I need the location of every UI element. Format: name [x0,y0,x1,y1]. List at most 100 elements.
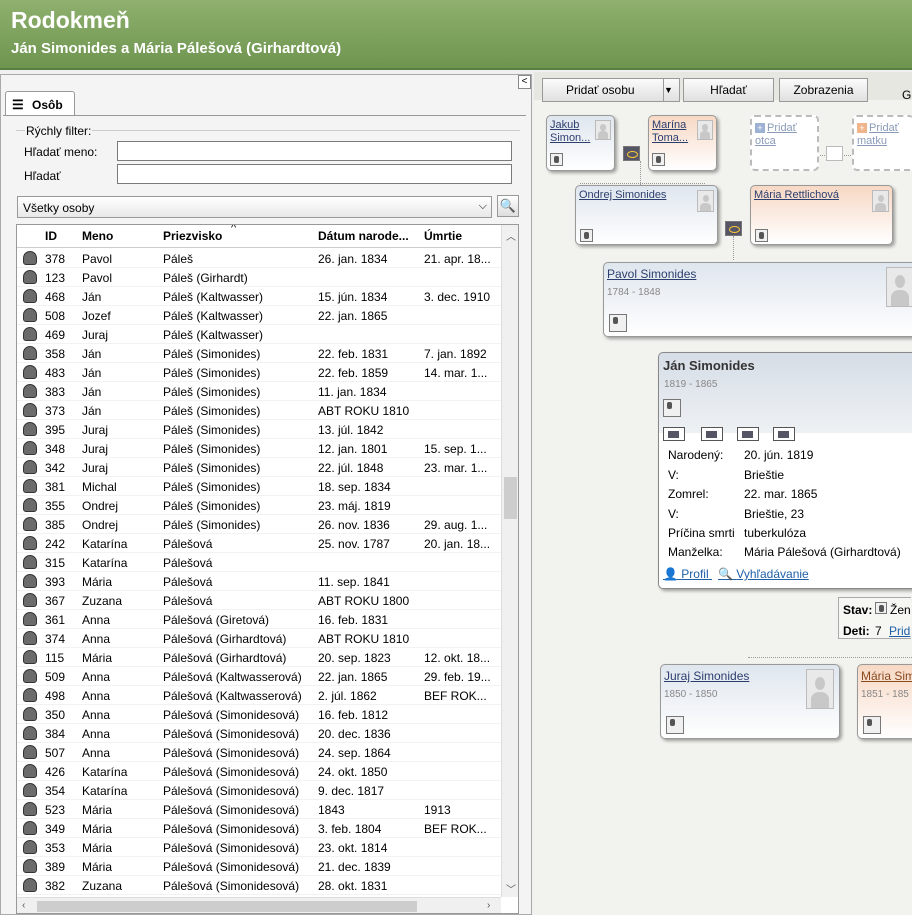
table-row[interactable]: 384 Anna Pálešová (Simonidesová) 20. dec. 1… [17,724,501,743]
table-cell: Páleš (Simonides) [163,518,261,532]
table-row[interactable]: 469 Juraj Páleš (Kaltwasser) [17,325,501,344]
add-father-placeholder[interactable]: + Pridať otca [750,115,819,171]
table-row[interactable]: 115 Mária Pálešová (Girhardtová) 20. sep. 1… [17,648,501,667]
person-name-ondrej[interactable]: Ondrej Simonides [579,189,666,202]
profile-link[interactable]: Profil [681,567,708,581]
person-card-jakub[interactable]: Jakub Simon... [546,115,615,171]
search-button[interactable]: Hľadať [683,78,774,102]
name-filter-input[interactable] [117,141,512,161]
person-name-jan[interactable]: Ján Simonides [663,358,755,373]
col-id[interactable]: ID [45,229,57,243]
table-row[interactable]: 315 Katarína Pálešová [17,553,501,572]
add-mother-placeholder[interactable]: + Pridať matku [852,115,912,171]
tab-media-icon[interactable] [773,427,795,441]
table-row[interactable]: 358 Ján Páleš (Simonides) 22. feb. 1831 7. j… [17,344,501,363]
table-row[interactable]: 123 Pavol Páleš (Girhardt) [17,268,501,287]
table-row[interactable]: 349 Mária Pálešová (Simonidesová) 3. feb. 1… [17,819,501,838]
person-card-pavol[interactable]: Pavol Simonides 1784 - 1848 [603,262,912,337]
person-card-juraj[interactable]: Juraj Simonides 1850 - 1850 [660,664,840,739]
table-cell: 367 [45,594,66,608]
avatar-placeholder-icon[interactable] [806,669,834,709]
connector-line [748,657,912,658]
search-filter-input[interactable] [117,164,512,184]
tab-basic-info-icon[interactable] [663,427,685,441]
add-mother-link[interactable]: + Pridať matku [857,122,912,148]
col-death[interactable]: Úmrtie [424,229,462,243]
table-cell: 509 [45,670,66,684]
add-person-button[interactable]: Pridať osobu ▼ [542,78,680,102]
search-icon-button[interactable]: 🔍 [497,195,519,217]
table-header: ID Meno Priezvisko ^ Dátum narode... Úmr… [17,225,501,248]
table-row[interactable]: 342 Juraj Páleš (Simonides) 22. júl. 1848 23… [17,458,501,477]
views-button[interactable]: Zobrazenia [779,78,868,102]
col-surname[interactable]: Priezvisko [163,229,222,243]
add-father-link[interactable]: + Pridať otca [755,122,817,148]
table-row[interactable]: 355 Ondrej Páleš (Simonides) 23. máj. 1819 [17,496,501,515]
col-birth-date[interactable]: Dátum narode... [318,229,409,243]
person-name-pavol[interactable]: Pavol Simonides [607,268,696,281]
scroll-left-icon[interactable]: ‹ [22,900,25,911]
person-detail-jan[interactable]: Ján Simonides 1819 - 1865 Narodený: 20. … [658,352,912,589]
table-row[interactable]: 350 Anna Pálešová (Simonidesová) 16. feb. 1… [17,705,501,724]
person-card-maria-simonides[interactable]: Mária Sim 1851 - 185 [857,664,912,739]
person-name-juraj[interactable]: Juraj Simonides [664,670,749,683]
scroll-right-icon[interactable]: › [487,900,490,911]
horizontal-scrollbar[interactable]: ‹ › [17,897,501,913]
table-row[interactable]: 389 Mária Pálešová (Simonidesová) 21. dec. … [17,857,501,876]
tombstone-icon [609,314,627,332]
person-name-marina[interactable]: Marína Toma... [652,119,694,145]
avatar-icon[interactable] [886,267,912,307]
person-card-ondrej[interactable]: Ondrej Simonides [575,185,718,245]
person-name-jakub[interactable]: Jakub Simon... [550,119,594,145]
add-person-dropdown-icon[interactable]: ▼ [663,79,679,101]
marriage-rings-icon[interactable] [725,221,742,236]
vertical-scroll-thumb[interactable] [504,477,517,519]
table-cell: 22. feb. 1859 [318,366,389,380]
tombstone-icon [663,399,681,417]
table-row[interactable]: 348 Juraj Páleš (Simonides) 12. jan. 1801 15… [17,439,501,458]
scroll-down-icon[interactable]: ﹀ [506,881,516,896]
table-cell: ABT ROKU 1810 [318,404,410,418]
table-row[interactable]: 367 Zuzana Pálešová ABT ROKU 1800 [17,591,501,610]
table-row[interactable]: 378 Pavol Páleš 26. jan. 1834 21. apr. 18... [17,249,501,268]
tab-persons[interactable]: ☰ Osôb [5,91,75,116]
table-row[interactable]: 393 Mária Pálešová 11. sep. 1841 [17,572,501,591]
table-row[interactable]: 523 Mária Pálešová (Simonidesová) 1843 1913 [17,800,501,819]
table-row[interactable]: 381 Michal Páleš (Simonides) 18. sep. 1834 [17,477,501,496]
horizontal-scroll-thumb[interactable] [37,901,417,912]
col-first-name[interactable]: Meno [82,229,113,243]
table-cell: 15. sep. 1... [424,442,487,456]
person-name-maria-rettlichova[interactable]: Mária Rettlichová [754,189,839,202]
person-name-maria-simonides[interactable]: Mária Sim [861,670,912,683]
scroll-up-icon[interactable]: ︿ [506,228,516,243]
table-row[interactable]: 426 Katarína Pálešová (Simonidesová) 24. ok… [17,762,501,781]
table-row[interactable]: 242 Katarína Pálešová 25. nov. 1787 20. jan.… [17,534,501,553]
vertical-scrollbar[interactable]: ︿ ﹀ [501,225,518,897]
marriage-rings-icon[interactable] [623,146,640,161]
table-row[interactable]: 498 Anna Pálešová (Kaltwasserová) 2. júl. 1… [17,686,501,705]
table-row[interactable]: 354 Katarína Pálešová (Simonidesová) 9. dec… [17,781,501,800]
person-card-marina[interactable]: Marína Toma... [648,115,717,171]
table-row[interactable]: 374 Anna Pálešová (Girhardtová) ABT ROKU 18… [17,629,501,648]
tab-events-icon[interactable] [701,427,723,441]
search-link[interactable]: Vyhľadávanie [736,567,808,581]
table-cell: Juraj [82,461,109,475]
table-row[interactable]: 395 Juraj Páleš (Simonides) 13. júl. 1842 [17,420,501,439]
table-row[interactable]: 361 Anna Pálešová (Giretová) 16. feb. 1831 [17,610,501,629]
table-row[interactable]: 509 Anna Pálešová (Kaltwasserová) 22. jan. … [17,667,501,686]
table-row[interactable]: 508 Jozef Páleš (Kaltwasser) 22. jan. 1865 [17,306,501,325]
table-row[interactable]: 353 Mária Pálešová (Simonidesová) 23. okt. … [17,838,501,857]
table-row[interactable]: 373 Ján Páleš (Simonides) ABT ROKU 1810 [17,401,501,420]
table-row[interactable]: 383 Ján Páleš (Simonides) 11. jan. 1834 [17,382,501,401]
add-child-link[interactable]: Prid [889,624,910,638]
table-row[interactable]: 483 Ján Páleš (Simonides) 22. feb. 1859 14. … [17,363,501,382]
table-row[interactable]: 468 Ján Páleš (Kaltwasser) 15. jún. 1834 3. … [17,287,501,306]
collapse-panel-button[interactable]: < [518,75,531,89]
person-card-maria-rettlichova[interactable]: Mária Rettlichová [750,185,893,245]
table-row[interactable]: 507 Anna Pálešová (Simonidesová) 24. sep. 1… [17,743,501,762]
tab-family-icon[interactable] [737,427,759,441]
table-cell: Páleš (Simonides) [163,366,261,380]
person-scope-select[interactable]: Všetky osoby ⌵ [17,196,492,218]
table-row[interactable]: 382 Zuzana Pálešová (Simonidesová) 28. okt.… [17,876,501,895]
table-row[interactable]: 385 Ondrej Páleš (Simonides) 26. nov. 1836 2… [17,515,501,534]
